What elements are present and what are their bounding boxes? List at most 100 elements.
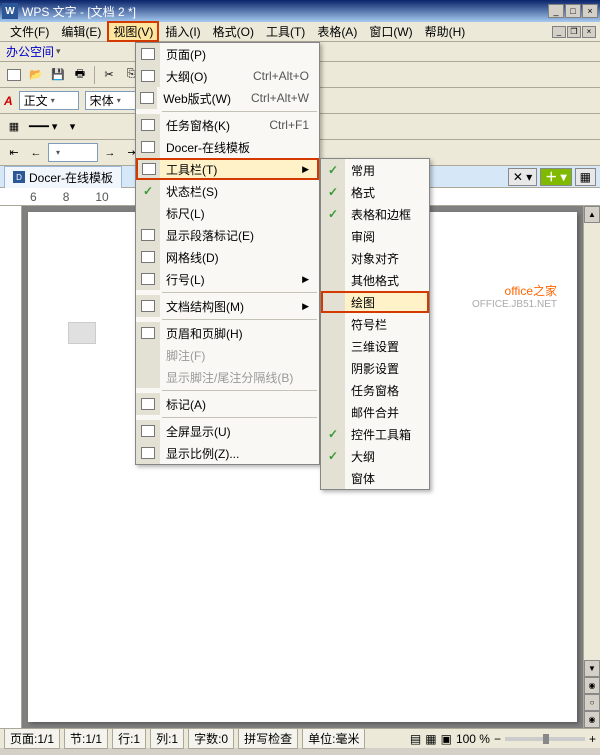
scroll-down-button[interactable]: ▼ — [584, 660, 600, 677]
open-button[interactable]: 📂 — [26, 65, 46, 85]
status-spellcheck[interactable]: 拼写检查 — [238, 728, 298, 749]
maximize-button[interactable]: □ — [565, 4, 581, 18]
view-menu-item[interactable]: 文档结构图(M)▶ — [136, 295, 319, 317]
style-combo[interactable]: 正文▾ — [19, 91, 79, 110]
menu-item-label: 全屏显示(U) — [166, 423, 309, 440]
minimize-button[interactable]: _ — [548, 4, 564, 18]
zoom-out-button[interactable]: − — [494, 732, 501, 746]
view-menu-item[interactable]: ✓状态栏(S) — [136, 180, 319, 202]
toolbar-submenu-item[interactable]: ✓表格和边框 — [321, 203, 429, 225]
menu-tools[interactable]: 工具(T) — [260, 21, 311, 42]
toolbar-submenu-item[interactable]: ✓常用 — [321, 159, 429, 181]
toolbar-submenu-item[interactable]: 任务窗格 — [321, 379, 429, 401]
menu-table[interactable]: 表格(A) — [311, 21, 363, 42]
view-menu-item[interactable]: 大纲(O)Ctrl+Alt+O — [136, 65, 319, 87]
status-section[interactable]: 节:1/1 — [64, 728, 108, 749]
view-menu-item[interactable]: 任务窗格(K)Ctrl+F1 — [136, 114, 319, 136]
tab-close-button[interactable]: ✕ ▾ — [508, 168, 537, 186]
menu-item-label: 显示比例(Z)... — [166, 445, 309, 462]
outline-right-button[interactable]: → — [100, 143, 120, 163]
menu-item-label: 显示脚注/尾注分隔线(B) — [166, 369, 309, 386]
tab-add-button[interactable]: ＋ ▾ — [540, 168, 571, 186]
doc-minimize-button[interactable]: _ — [552, 26, 566, 38]
prev-page-button[interactable]: ◉ — [584, 677, 600, 694]
toolbar-submenu-item[interactable]: 阴影设置 — [321, 357, 429, 379]
zoom-in-button[interactable]: + — [589, 732, 596, 746]
view-menu-item[interactable]: Web版式(W)Ctrl+Alt+W — [136, 87, 319, 109]
mark-icon — [136, 393, 160, 415]
cut-button[interactable]: ✂ — [99, 65, 119, 85]
menu-insert[interactable]: 插入(I) — [159, 21, 206, 42]
menu-format[interactable]: 格式(O) — [207, 21, 260, 42]
toolbar-submenu-item[interactable]: ✓格式 — [321, 181, 429, 203]
dropdown-icon[interactable]: ▾ — [56, 46, 61, 57]
view-menu-item[interactable]: Docer-在线模板 — [136, 136, 319, 158]
new-button[interactable] — [4, 65, 24, 85]
view-web-icon[interactable]: ▣ — [441, 732, 452, 746]
tab-docer[interactable]: D Docer-在线模板 — [4, 166, 122, 188]
status-line[interactable]: 行:1 — [112, 728, 146, 749]
toolbar-submenu-item[interactable]: 对象对齐 — [321, 247, 429, 269]
toolbar-submenu-item[interactable]: 窗体 — [321, 467, 429, 489]
menu-view[interactable]: 视图(V) — [107, 21, 159, 42]
tab-list-button[interactable]: ▦ — [575, 168, 596, 186]
toolbar-submenu-item[interactable]: 审阅 — [321, 225, 429, 247]
view-menu-item[interactable]: 标记(A) — [136, 393, 319, 415]
menu-shortcut: Ctrl+Alt+W — [251, 91, 309, 105]
toolbar-submenu-item[interactable]: ✓控件工具箱 — [321, 423, 429, 445]
promote-button[interactable]: ⇤ — [4, 143, 24, 163]
check-icon: ✓ — [321, 423, 345, 445]
browse-object-button[interactable]: ○ — [584, 694, 600, 711]
view-normal-icon[interactable]: ▤ — [410, 732, 421, 746]
toolbar-submenu-item[interactable]: 符号栏 — [321, 313, 429, 335]
status-col[interactable]: 列:1 — [150, 728, 184, 749]
status-page[interactable]: 页面:1/1 — [4, 728, 60, 749]
view-menu-item[interactable]: 显示段落标记(E) — [136, 224, 319, 246]
outline-left-button[interactable]: ← — [26, 143, 46, 163]
scroll-up-button[interactable]: ▲ — [584, 206, 600, 223]
vertical-ruler[interactable] — [0, 206, 22, 728]
toolbar-submenu-item[interactable]: 绘图 — [321, 291, 429, 313]
check-icon: ✓ — [321, 445, 345, 467]
view-menu-item[interactable]: 网格线(D) — [136, 246, 319, 268]
vertical-scrollbar[interactable]: ▲ ▼ ◉ ○ ◉ — [583, 206, 600, 728]
toolbar-icon — [138, 160, 160, 178]
menu-edit[interactable]: 编辑(E) — [55, 21, 107, 42]
save-button[interactable]: 💾 — [48, 65, 68, 85]
toolbar-submenu-item[interactable]: 其他格式 — [321, 269, 429, 291]
submenu-arrow-icon: ▶ — [302, 164, 309, 175]
view-menu-item[interactable]: 页面(P) — [136, 43, 319, 65]
border-weight-button[interactable]: ▾ — [62, 117, 82, 137]
view-menu-item[interactable]: 工具栏(T)▶ — [136, 158, 319, 180]
next-page-button[interactable]: ◉ — [584, 711, 600, 728]
doc-close-button[interactable]: × — [582, 26, 596, 38]
zoom-value[interactable]: 100 % — [456, 732, 490, 746]
view-menu-item[interactable]: 显示比例(Z)... — [136, 442, 319, 464]
menu-help[interactable]: 帮助(H) — [419, 21, 472, 42]
toolbar-submenu-item[interactable]: ✓大纲 — [321, 445, 429, 467]
submenu-item-label: 对象对齐 — [351, 250, 419, 267]
toolbar-submenu-item[interactable]: 邮件合并 — [321, 401, 429, 423]
view-menu-item[interactable]: 标尺(L) — [136, 202, 319, 224]
view-menu-item[interactable]: 页眉和页脚(H) — [136, 322, 319, 344]
menu-bar: 文件(F) 编辑(E) 视图(V) 插入(I) 格式(O) 工具(T) 表格(A… — [0, 22, 600, 42]
menu-file[interactable]: 文件(F) — [4, 21, 55, 42]
status-unit[interactable]: 单位:毫米 — [302, 728, 365, 749]
print-button[interactable]: 🖶 — [70, 65, 90, 85]
workspace-link[interactable]: 办公空间 — [6, 43, 54, 60]
view-menu-item[interactable]: 全屏显示(U) — [136, 420, 319, 442]
toolbar-submenu-item[interactable]: 三维设置 — [321, 335, 429, 357]
menu-window[interactable]: 窗口(W) — [363, 21, 418, 42]
view-outline-icon[interactable]: ▦ — [425, 732, 436, 746]
menu-item-label: 标记(A) — [166, 396, 309, 413]
view-menu-item: 显示脚注/尾注分隔线(B) — [136, 366, 319, 388]
outline-level-combo[interactable]: ▾ — [48, 143, 98, 162]
close-button[interactable]: × — [582, 4, 598, 18]
zoom-slider[interactable] — [505, 737, 585, 741]
draw-table-button[interactable]: ▦ — [4, 117, 24, 137]
border-style-button[interactable]: ━━━ ▾ — [26, 117, 60, 137]
menu-item-label: 标尺(L) — [166, 205, 309, 222]
view-menu-item[interactable]: 行号(L)▶ — [136, 268, 319, 290]
status-words[interactable]: 字数:0 — [188, 728, 234, 749]
doc-restore-button[interactable]: ❐ — [567, 26, 581, 38]
